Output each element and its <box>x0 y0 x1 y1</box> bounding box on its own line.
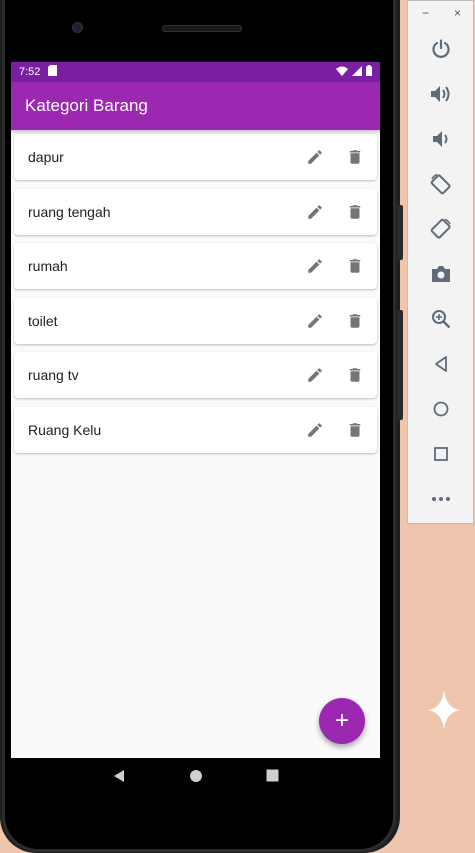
edit-button[interactable] <box>295 355 335 395</box>
category-label: ruang tengah <box>28 203 111 220</box>
delete-button[interactable] <box>335 301 375 341</box>
volume-button <box>397 205 403 260</box>
category-list: dapur ruang tengah rumah toilet ruang tv Ruan… <box>11 130 380 453</box>
emulator-toolbar: − × <box>407 0 474 524</box>
front-camera <box>72 22 83 33</box>
edit-icon <box>308 150 322 164</box>
home-tool[interactable] <box>408 389 473 429</box>
home-icon <box>433 401 448 417</box>
rotate-right-tool[interactable] <box>408 209 473 249</box>
item-actions <box>295 246 375 286</box>
back-icon <box>434 356 447 372</box>
zoom-tool[interactable] <box>408 299 473 339</box>
delete-icon <box>349 204 361 219</box>
overview-tool[interactable] <box>408 434 473 474</box>
edit-button[interactable] <box>295 301 335 341</box>
category-item[interactable]: ruang tv <box>14 352 377 399</box>
item-actions <box>295 301 375 341</box>
overview-icon <box>433 447 448 461</box>
rotate-left-tool[interactable] <box>408 164 473 204</box>
sd-card-icon <box>48 65 58 79</box>
status-time: 7:52 <box>19 66 41 78</box>
item-actions <box>295 137 375 177</box>
power-button <box>397 310 403 420</box>
minimize-button[interactable]: − <box>422 6 429 20</box>
category-label: rumah <box>28 258 68 275</box>
category-label: ruang tv <box>28 367 79 384</box>
edit-button[interactable] <box>295 137 335 177</box>
category-item[interactable]: Ruang Kelu <box>14 406 377 453</box>
app-bar: Kategori Barang <box>11 82 380 130</box>
zoom-icon <box>431 310 450 329</box>
delete-icon <box>349 150 361 164</box>
wifi-icon <box>336 66 348 79</box>
volume-up-tool[interactable] <box>408 74 473 114</box>
more-tool[interactable] <box>408 479 473 519</box>
volume-up-icon <box>430 86 449 102</box>
page-title: Kategori Barang <box>25 96 148 115</box>
sparkle-icon <box>455 780 475 806</box>
category-item[interactable]: rumah <box>14 243 377 290</box>
power-icon <box>431 39 450 58</box>
category-item[interactable]: dapur <box>14 134 377 180</box>
delete-icon <box>349 368 361 383</box>
category-label: toilet <box>28 312 58 329</box>
category-label: dapur <box>28 149 64 165</box>
edit-icon <box>308 423 322 437</box>
screenshot-tool[interactable] <box>408 254 473 294</box>
volume-down-icon <box>432 131 447 147</box>
rotate-left-icon <box>430 173 451 195</box>
delete-button[interactable] <box>335 410 375 450</box>
edit-icon <box>308 314 322 328</box>
battery-icon <box>366 65 372 79</box>
category-label: Ruang Kelu <box>28 421 102 438</box>
more-icon <box>431 497 450 501</box>
category-item[interactable]: ruang tengah <box>14 188 377 235</box>
android-nav-bar <box>11 758 380 798</box>
power-button-tool[interactable] <box>408 29 473 69</box>
edit-icon <box>308 259 322 273</box>
item-actions <box>295 410 375 450</box>
home-icon[interactable] <box>189 769 203 788</box>
delete-button[interactable] <box>335 192 375 232</box>
delete-icon <box>349 423 361 437</box>
edit-button[interactable] <box>295 192 335 232</box>
sparkle-icon <box>428 690 460 730</box>
toolbar-window-controls: − × <box>408 1 473 25</box>
back-icon[interactable] <box>112 769 126 788</box>
recents-icon[interactable] <box>266 769 279 787</box>
delete-button[interactable] <box>335 246 375 286</box>
delete-button[interactable] <box>335 355 375 395</box>
add-category-button[interactable]: + <box>319 698 365 744</box>
delete-icon <box>349 259 361 273</box>
speaker-grille <box>162 25 242 32</box>
rotate-right-icon <box>430 218 451 239</box>
signal-icon <box>352 65 362 79</box>
app-screen: 7:52 Kategori Barang dapur ruang tengah r <box>11 62 380 798</box>
close-button[interactable]: × <box>454 6 461 20</box>
volume-down-tool[interactable] <box>408 119 473 159</box>
edit-button[interactable] <box>295 410 335 450</box>
back-tool[interactable] <box>408 344 473 384</box>
edit-icon <box>308 204 322 219</box>
category-item[interactable]: toilet <box>14 297 377 344</box>
delete-icon <box>349 314 361 328</box>
item-actions <box>295 192 375 232</box>
status-bar: 7:52 <box>11 62 380 82</box>
camera-icon <box>431 266 450 282</box>
phone-device: 7:52 Kategori Barang dapur ruang tengah r <box>0 0 403 853</box>
add-icon: + <box>334 707 349 734</box>
edit-icon <box>308 368 322 383</box>
delete-button[interactable] <box>335 137 375 177</box>
edit-button[interactable] <box>295 246 335 286</box>
item-actions <box>295 355 375 395</box>
